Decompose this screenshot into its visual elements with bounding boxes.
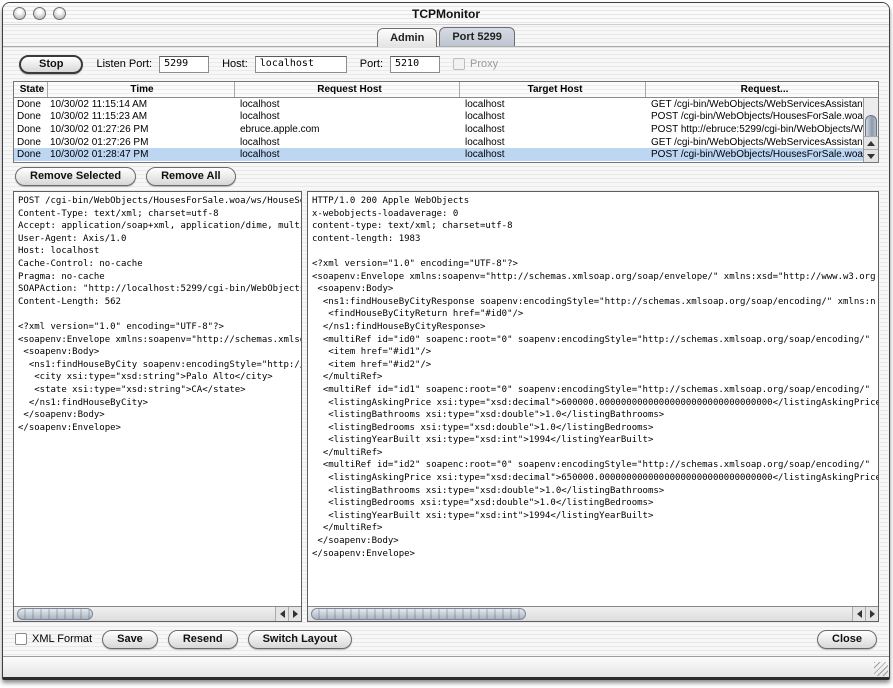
window-title: TCPMonitor	[3, 7, 889, 21]
cell-request-host: localhost	[235, 137, 460, 148]
table-header: State Time Request Host Target Host Requ…	[14, 82, 878, 98]
table-row[interactable]: Done 10/30/02 11:15:23 AM localhost loca…	[14, 111, 863, 124]
host-input[interactable]: localhost	[255, 56, 347, 73]
request-content: POST /cgi-bin/WebObjects/HousesForSale.w…	[18, 195, 299, 434]
cell-request: POST http://ebruce:5299/cgi-bin/WebObjec…	[646, 124, 863, 135]
cell-request: GET /cgi-bin/WebObjects/WebServicesAssis…	[646, 137, 863, 148]
cell-time: 10/30/02 01:27:26 PM	[48, 124, 235, 135]
cell-request-host: localhost	[235, 149, 460, 160]
cell-target-host: localhost	[460, 137, 646, 148]
cell-target-host: localhost	[460, 124, 646, 135]
table-row-selected[interactable]: Done 10/30/02 01:28:47 PM localhost loca…	[14, 148, 863, 161]
scrollbar-thumb[interactable]	[17, 608, 93, 620]
message-panes: POST /cgi-bin/WebObjects/HousesForSale.w…	[13, 191, 879, 622]
response-text[interactable]: HTTP/1.0 200 Apple WebObjects x-webobjec…	[308, 192, 878, 606]
remove-all-button[interactable]: Remove All	[146, 167, 236, 186]
request-text[interactable]: POST /cgi-bin/WebObjects/HousesForSale.w…	[14, 192, 301, 606]
column-header-request-host[interactable]: Request Host	[235, 82, 460, 97]
cell-request-host: ebruce.apple.com	[235, 124, 460, 135]
arrow-down-icon	[867, 154, 875, 159]
table-row[interactable]: Done 10/30/02 01:27:26 PM ebruce.apple.c…	[14, 123, 863, 136]
cell-request: GET /cgi-bin/WebObjects/WebServicesAssis…	[646, 99, 863, 110]
response-horizontal-scrollbar[interactable]	[308, 606, 878, 621]
cell-time: 10/30/02 11:15:14 AM	[48, 99, 235, 110]
title-bar[interactable]: TCPMonitor	[3, 3, 889, 25]
tab-admin[interactable]: Admin	[377, 28, 437, 47]
cell-state: Done	[14, 111, 48, 122]
cell-target-host: localhost	[460, 111, 646, 122]
table-rows: Done 10/30/02 11:15:14 AM localhost loca…	[14, 98, 863, 162]
scroll-left-button[interactable]	[852, 607, 865, 621]
column-header-request[interactable]: Request...	[646, 82, 878, 97]
request-pane: POST /cgi-bin/WebObjects/HousesForSale.w…	[13, 191, 302, 622]
arrow-right-icon	[293, 610, 298, 618]
remove-selected-button[interactable]: Remove Selected	[15, 167, 136, 186]
status-strip	[3, 656, 889, 677]
arrow-left-icon	[857, 610, 862, 618]
cell-request-host: localhost	[235, 111, 460, 122]
scroll-down-button[interactable]	[864, 149, 878, 162]
column-header-state[interactable]: State	[14, 82, 48, 97]
scrollbar-thumb[interactable]	[311, 608, 526, 620]
connection-toolbar: Stop Listen Port: 5299 Host: localhost P…	[3, 48, 889, 80]
xml-format-label: XML Format	[32, 633, 92, 645]
arrow-left-icon	[280, 610, 285, 618]
listen-port-input[interactable]: 5299	[159, 56, 209, 73]
arrow-up-icon	[867, 141, 875, 146]
response-content: HTTP/1.0 200 Apple WebObjects x-webobjec…	[312, 195, 876, 560]
close-button[interactable]: Close	[817, 630, 877, 649]
table-row[interactable]: Done 10/30/02 01:27:26 PM localhost loca…	[14, 136, 863, 149]
save-button[interactable]: Save	[102, 630, 158, 649]
stop-button[interactable]: Stop	[19, 55, 83, 74]
tab-bar: Admin Port 5299	[3, 25, 889, 48]
cell-target-host: localhost	[460, 99, 646, 110]
port-label: Port:	[360, 58, 383, 70]
cell-request-host: localhost	[235, 99, 460, 110]
request-table: State Time Request Host Target Host Requ…	[13, 81, 879, 163]
listen-port-label: Listen Port:	[96, 58, 152, 70]
tab-port-5299[interactable]: Port 5299	[439, 27, 515, 46]
cell-state: Done	[14, 99, 48, 110]
resize-grip[interactable]	[874, 662, 888, 676]
bottom-toolbar: XML Format Save Resend Switch Layout Clo…	[3, 622, 889, 656]
cell-state: Done	[14, 137, 48, 148]
remove-buttons-row: Remove Selected Remove All	[3, 163, 889, 190]
cell-time: 10/30/02 01:28:47 PM	[48, 149, 235, 160]
tcpmonitor-window: TCPMonitor Admin Port 5299 Stop Listen P…	[2, 2, 890, 680]
xml-format-checkbox[interactable]	[15, 633, 27, 645]
scroll-left-button[interactable]	[275, 607, 288, 621]
proxy-checkbox[interactable]	[453, 58, 465, 70]
arrow-right-icon	[870, 610, 875, 618]
cell-target-host: localhost	[460, 149, 646, 160]
cell-request: POST /cgi-bin/WebObjects/HousesForSale.w…	[646, 149, 863, 160]
scroll-right-button[interactable]	[865, 607, 878, 621]
switch-layout-button[interactable]: Switch Layout	[248, 630, 353, 649]
cell-time: 10/30/02 01:27:26 PM	[48, 137, 235, 148]
request-horizontal-scrollbar[interactable]	[14, 606, 301, 621]
cell-state: Done	[14, 124, 48, 135]
table-row[interactable]: Done 10/30/02 11:15:14 AM localhost loca…	[14, 98, 863, 111]
table-vertical-scrollbar[interactable]	[863, 98, 878, 162]
scroll-right-button[interactable]	[288, 607, 301, 621]
scroll-up-button[interactable]	[864, 136, 878, 149]
cell-state: Done	[14, 149, 48, 160]
host-label: Host:	[222, 58, 248, 70]
column-header-time[interactable]: Time	[48, 82, 235, 97]
proxy-label: Proxy	[470, 58, 498, 70]
response-pane: HTTP/1.0 200 Apple WebObjects x-webobjec…	[307, 191, 879, 622]
resend-button[interactable]: Resend	[168, 630, 238, 649]
port-input[interactable]: 5210	[390, 56, 440, 73]
cell-request: POST /cgi-bin/WebObjects/HousesForSale.w…	[646, 111, 863, 122]
cell-time: 10/30/02 11:15:23 AM	[48, 111, 235, 122]
column-header-target-host[interactable]: Target Host	[460, 82, 646, 97]
